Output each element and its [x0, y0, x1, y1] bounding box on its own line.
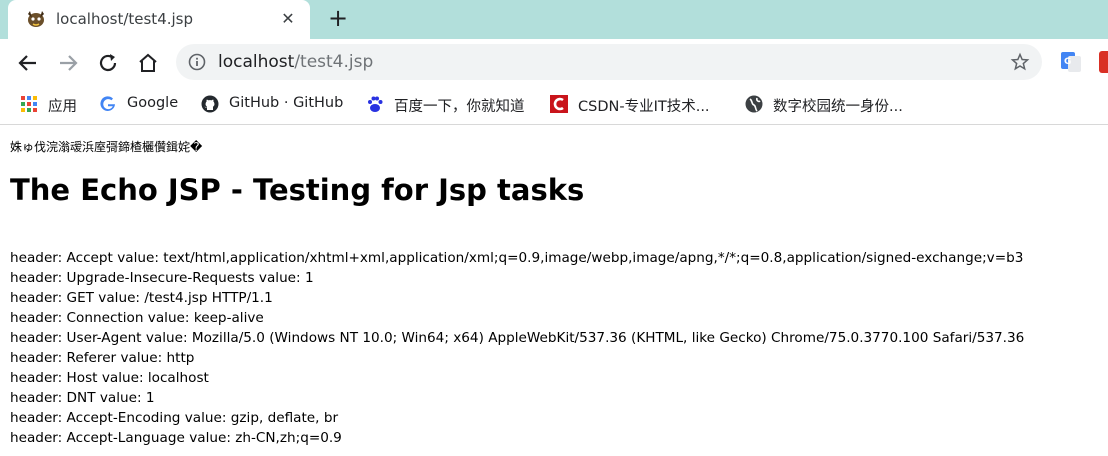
bookmark-label: 应用 [48, 99, 77, 115]
bookmarks-bar: 应用 Google GitHub · GitHub 百度一下，你就知道 CSDN… [0, 86, 1108, 125]
header-line-accept: header: Accept value: text/html,applicat… [10, 250, 1024, 266]
header-line-user-agent: header: User-Agent value: Mozilla/5.0 (W… [10, 330, 1025, 346]
csdn-icon [550, 95, 568, 113]
bookmark-label: 百度一下，你就知道 [394, 99, 525, 115]
google-icon [100, 96, 115, 111]
tab-title: localhost/test4.jsp [56, 10, 194, 28]
page-content: 姝ゅ伐浣滃叆浜庢彁鍗楂欐儹鍓姹� The Echo JSP - Testing … [10, 138, 1105, 448]
bookmark-label: CSDN-专业IT技术... [578, 99, 710, 115]
globe-icon [745, 95, 763, 113]
github-icon [201, 95, 219, 113]
close-tab-icon[interactable]: ✕ [278, 9, 298, 29]
red-extension-icon[interactable] [1099, 51, 1108, 73]
home-icon[interactable] [136, 51, 160, 75]
toolbar: localhost/test4.jsp G [0, 39, 1108, 86]
header-line-host: header: Host value: localhost [10, 370, 209, 386]
header-line-accept-encoding: header: Accept-Encoding value: gzip, def… [10, 410, 339, 426]
tab-strip: localhost/test4.jsp ✕ + [0, 0, 1108, 39]
back-icon[interactable] [16, 51, 40, 75]
apps-grid-icon [21, 96, 37, 112]
url-text[interactable]: localhost/test4.jsp [218, 52, 373, 72]
header-line-referer: header: Referer value: http [10, 350, 195, 366]
tab-active[interactable]: localhost/test4.jsp ✕ [8, 0, 310, 39]
header-line-dnt: header: DNT value: 1 [10, 390, 155, 406]
bookmark-github[interactable]: GitHub · GitHub [201, 94, 351, 116]
tomcat-favicon-icon [28, 11, 44, 27]
bookmark-campus[interactable]: 数字校园统一身份... [745, 94, 925, 116]
translate-extension-icon[interactable]: G [1060, 51, 1082, 73]
new-tab-button[interactable]: + [326, 6, 350, 31]
reload-icon[interactable] [96, 51, 120, 75]
header-line-get: header: GET value: /test4.jsp HTTP/1.1 [10, 290, 273, 306]
bookmark-label: GitHub · GitHub [229, 95, 344, 111]
page-heading: The Echo JSP - Testing for Jsp tasks [10, 173, 585, 207]
svg-text:G: G [1064, 57, 1071, 67]
garbled-text-line: 姝ゅ伐浣滃叆浜庢彁鍗楂欐儹鍓姹� [10, 140, 203, 154]
address-bar[interactable]: localhost/test4.jsp [176, 44, 1042, 80]
header-list: header: Accept value: text/html,applicat… [10, 248, 1105, 448]
bookmark-baidu[interactable]: 百度一下，你就知道 [366, 94, 536, 116]
bookmark-csdn[interactable]: CSDN-专业IT技术... [550, 94, 730, 116]
forward-icon[interactable] [56, 51, 80, 75]
bookmark-apps[interactable]: 应用 [20, 94, 90, 116]
header-line-accept-language: header: Accept-Language value: zh-CN,zh;… [10, 430, 342, 446]
baidu-paw-icon [368, 96, 383, 112]
url-host: localhost [218, 52, 295, 72]
bookmark-google[interactable]: Google [99, 94, 189, 116]
header-line-upgrade-insecure: header: Upgrade-Insecure-Requests value:… [10, 270, 314, 286]
header-line-connection: header: Connection value: keep-alive [10, 310, 264, 326]
info-icon[interactable] [188, 53, 206, 71]
url-path: /test4.jsp [294, 52, 374, 72]
bookmark-star-icon[interactable] [1010, 52, 1030, 72]
bookmark-label: Google [127, 95, 179, 111]
bookmark-label: 数字校园统一身份... [773, 99, 903, 115]
